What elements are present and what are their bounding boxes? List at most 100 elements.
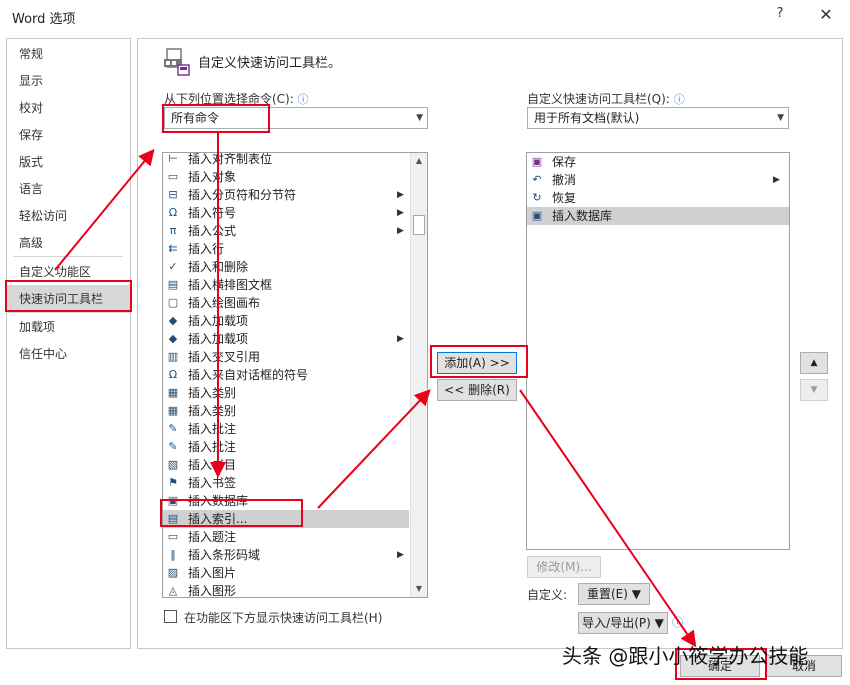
tab-stop-icon: ⊢ xyxy=(168,152,178,165)
submenu-icon: ▶ xyxy=(397,334,404,344)
bibliography-icon: ▧ xyxy=(167,458,179,471)
info-icon: ⓘ xyxy=(297,93,309,106)
scroll-thumb[interactable] xyxy=(413,215,425,235)
list-item[interactable]: ✓ 插入和删除 xyxy=(163,258,409,276)
nav-item-trust-center[interactable]: 信任中心 xyxy=(7,341,130,368)
nav-item-language[interactable]: 语言 xyxy=(7,176,130,203)
list-item-label: 插入公式 xyxy=(188,224,237,238)
nav-divider xyxy=(13,256,123,257)
barcode-icon: ‖ xyxy=(170,548,176,561)
scroll-down-icon[interactable]: ▼ xyxy=(411,581,427,597)
list-item[interactable]: ✎ 插入批注 xyxy=(163,438,409,456)
list-item[interactable]: ▨ 插入图片 xyxy=(163,564,409,582)
close-button[interactable]: ✕ xyxy=(815,5,837,27)
import-export-button[interactable]: 导入/导出(P) ▼ xyxy=(578,612,668,634)
list-item-label: 插入行 xyxy=(188,242,225,256)
show-below-ribbon-checkbox[interactable] xyxy=(164,610,177,623)
list-item[interactable]: ▥ 插入交叉引用 xyxy=(163,348,409,366)
nav-item-advanced[interactable]: 高级 xyxy=(7,230,130,257)
list-item[interactable]: ⊟ 插入分页符和分节符 ▶ xyxy=(163,186,409,204)
list-item[interactable]: π 插入公式 ▶ xyxy=(163,222,409,240)
scroll-up-icon[interactable]: ▲ xyxy=(411,153,427,169)
reset-button[interactable]: 重置(E) ▼ xyxy=(578,583,650,605)
list-item[interactable]: ↶ 撤消 ▶ xyxy=(527,171,789,189)
list-item-label: 插入图片 xyxy=(188,566,237,580)
list-item-label: 插入数据库 xyxy=(188,494,249,508)
checkmark-icon: ✓ xyxy=(168,260,178,273)
commands-listbox[interactable]: ⊢ 插入对齐制表位 ▭ 插入对象 ⊟ 插入分页符和分节符 ▶ Ω 插入符号 ▶ π 插入公式 ▶ ⇇ 插入行… xyxy=(162,152,428,598)
qat-scope-value: 用于所有文档(默认) xyxy=(534,111,640,125)
choose-commands-value: 所有命令 xyxy=(171,111,220,125)
list-item[interactable]: ✎ 插入批注 xyxy=(163,420,409,438)
nav-item-display[interactable]: 显示 xyxy=(7,68,130,95)
modify-button[interactable]: 修改(M)... xyxy=(527,556,601,578)
list-item[interactable]: ▣ 保存 xyxy=(527,153,789,171)
list-item-label: 插入数据库 xyxy=(552,209,613,223)
list-item[interactable]: ◆ 插入加载项 ▶ xyxy=(163,330,409,348)
database-icon: ▣ xyxy=(531,209,543,222)
nav-item-proofing[interactable]: 校对 xyxy=(7,95,130,122)
list-item[interactable]: ▦ 插入类别 xyxy=(163,384,409,402)
show-below-ribbon-label: 在功能区下方显示快速访问工具栏(H) xyxy=(184,611,383,625)
list-item[interactable]: ▢ 插入绘图画布 xyxy=(163,294,409,312)
qat-scope-dropdown[interactable]: 用于所有文档(默认) ▼ xyxy=(527,107,789,129)
list-item-label: 插入类别 xyxy=(188,386,237,400)
list-item[interactable]: ◬ 插入图形 xyxy=(163,582,409,598)
caption-icon: ▭ xyxy=(167,530,179,543)
list-item[interactable]: ▣ 插入数据库 xyxy=(527,207,789,225)
comment-icon: ✎ xyxy=(168,440,178,453)
commands-scrollbar[interactable]: ▲ ▼ xyxy=(410,153,427,597)
choose-commands-dropdown[interactable]: 所有命令 ▼ xyxy=(164,107,428,129)
list-item[interactable]: ⊢ 插入对齐制表位 xyxy=(163,152,409,168)
list-item-label: 撤消 xyxy=(552,173,577,187)
list-item[interactable]: ▤ 插入横排图文框 xyxy=(163,276,409,294)
move-down-button[interactable]: ▼ xyxy=(800,379,828,401)
list-item[interactable]: ▦ 插入类别 xyxy=(163,402,409,420)
info-icon: ⓘ xyxy=(672,616,683,629)
list-item[interactable]: ▭ 插入对象 xyxy=(163,168,409,186)
list-item[interactable]: ↻ 恢复 xyxy=(527,189,789,207)
nav-item-save[interactable]: 保存 xyxy=(7,122,130,149)
help-button[interactable]: ? xyxy=(770,6,790,26)
list-item-label: 插入横排图文框 xyxy=(188,278,273,292)
text-frame-icon: ▤ xyxy=(167,278,179,291)
comment-icon: ✎ xyxy=(168,422,178,435)
watermark-text: 头条 @跟小小筱学办公技能 xyxy=(562,644,809,668)
nav-item-accessibility[interactable]: 轻松访问 xyxy=(7,203,130,230)
list-item-label: 插入和删除 xyxy=(188,260,249,274)
undo-icon: ↶ xyxy=(532,173,542,186)
bookmark-icon: ⚑ xyxy=(168,476,178,489)
list-item-label: 插入绘图画布 xyxy=(188,296,261,310)
submenu-icon: ▶ xyxy=(397,208,404,218)
list-item-label: 插入来自对话框的符号 xyxy=(188,368,309,382)
list-item[interactable]: ⇇ 插入行 xyxy=(163,240,409,258)
omega-icon: Ω xyxy=(168,206,178,219)
list-item[interactable]: Ω 插入符号 ▶ xyxy=(163,204,409,222)
addin-cube-icon: ◆ xyxy=(168,332,178,345)
list-item[interactable]: ▭ 插入题注 xyxy=(163,528,409,546)
qat-scope-label: 自定义快速访问工具栏(Q): ⓘ xyxy=(527,90,685,107)
list-item[interactable]: Ω 插入来自对话框的符号 xyxy=(163,366,409,384)
move-up-button[interactable]: ▲ xyxy=(800,352,828,374)
remove-button[interactable]: << 删除(R) xyxy=(437,379,517,401)
list-item-label: 插入书目 xyxy=(188,458,237,472)
nav-item-general[interactable]: 常规 xyxy=(7,41,130,68)
list-item[interactable]: ▣ 插入数据库 xyxy=(163,492,409,510)
nav-item-layout[interactable]: 版式 xyxy=(7,149,130,176)
page-break-icon: ⊟ xyxy=(168,188,178,201)
list-item[interactable]: ⚑ 插入书签 xyxy=(163,474,409,492)
nav-item-addins[interactable]: 加载项 xyxy=(7,314,130,341)
submenu-icon: ▶ xyxy=(773,175,780,185)
picture-icon: ▨ xyxy=(167,566,179,579)
list-item[interactable]: ‖ 插入条形码域 ▶ xyxy=(163,546,409,564)
list-item-label: 插入加载项 xyxy=(188,314,249,328)
qat-listbox[interactable]: ▣ 保存 ↶ 撤消 ▶ ↻ 恢复 ▣ 插入数据库 xyxy=(526,152,790,550)
list-item[interactable]: ▧ 插入书目 xyxy=(163,456,409,474)
list-item[interactable]: ◆ 插入加载项 xyxy=(163,312,409,330)
list-item[interactable]: ▤ 插入索引... xyxy=(163,510,409,528)
add-button[interactable]: 添加(A) >> xyxy=(437,352,517,374)
list-item-label: 插入图形 xyxy=(188,584,237,598)
info-icon: ⓘ xyxy=(673,93,685,106)
nav-item-quick-access-toolbar[interactable]: 快速访问工具栏 xyxy=(7,285,130,313)
nav-item-customize-ribbon[interactable]: 自定义功能区 xyxy=(7,259,130,286)
